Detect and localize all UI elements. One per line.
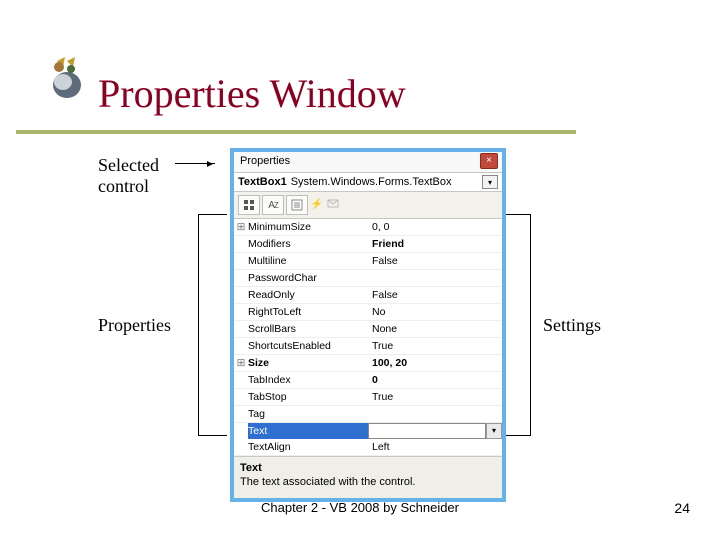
property-name: RightToLeft [248, 304, 368, 320]
property-value[interactable] [368, 423, 486, 439]
expander-icon [234, 270, 248, 286]
property-value[interactable]: Left [368, 439, 502, 455]
callout-selected-control: Selected control [98, 155, 159, 196]
property-value[interactable]: True [368, 338, 502, 354]
events-icon[interactable]: ⚡ [310, 195, 324, 213]
arrow-selected [175, 163, 215, 164]
property-value[interactable]: Friend [368, 236, 502, 252]
expander-icon [234, 321, 248, 337]
bracket-right [502, 214, 531, 436]
property-row[interactable]: ⊞MinimumSize0, 0 [234, 219, 502, 236]
property-row[interactable]: RightToLeftNo [234, 304, 502, 321]
expander-icon [234, 287, 248, 303]
expander-icon [234, 439, 248, 455]
property-row[interactable]: ScrollBarsNone [234, 321, 502, 338]
property-value[interactable]: 0 [368, 372, 502, 388]
chevron-down-icon[interactable]: ▾ [486, 423, 502, 439]
chevron-down-icon[interactable]: ▾ [482, 175, 498, 189]
property-value[interactable]: False [368, 253, 502, 269]
property-row[interactable]: PasswordChar [234, 270, 502, 287]
property-value[interactable] [368, 270, 502, 286]
bracket-left [198, 214, 227, 436]
property-row[interactable]: MultilineFalse [234, 253, 502, 270]
property-name: Modifiers [248, 236, 368, 252]
expander-icon [234, 236, 248, 252]
property-name: PasswordChar [248, 270, 368, 286]
categorized-icon[interactable] [238, 195, 260, 215]
expander-icon[interactable]: ⊞ [234, 355, 248, 371]
properties-window: Properties × TextBox1 System.Windows.For… [230, 148, 506, 502]
property-name: Text [248, 423, 368, 439]
property-value[interactable]: 100, 20 [368, 355, 502, 371]
property-name: Size [248, 355, 368, 371]
properties-toolbar: AZ ⚡ [234, 192, 502, 219]
properties-grid[interactable]: ⊞MinimumSize0, 0ModifiersFriendMultiline… [234, 219, 502, 456]
property-name: TabStop [248, 389, 368, 405]
slide-root: Properties Window Selected control Prope… [0, 0, 720, 540]
expander-icon [234, 253, 248, 269]
messages-icon[interactable] [326, 195, 340, 213]
description-body: The text associated with the control. [240, 475, 496, 489]
expander-icon [234, 304, 248, 320]
expander-icon [234, 372, 248, 388]
property-name: ReadOnly [248, 287, 368, 303]
expander-icon [234, 338, 248, 354]
property-row[interactable]: TextAlignLeft [234, 439, 502, 456]
expander-icon [234, 389, 248, 405]
property-value[interactable] [368, 406, 502, 422]
close-icon[interactable]: × [480, 153, 498, 169]
property-row[interactable]: Text ▾ [234, 423, 502, 439]
property-row[interactable]: TabIndex0 [234, 372, 502, 389]
footer-text: Chapter 2 - VB 2008 by Schneider [0, 500, 720, 515]
slide-title: Properties Window [98, 70, 406, 117]
property-value[interactable]: No [368, 304, 502, 320]
property-name: TextAlign [248, 439, 368, 455]
description-title: Text [240, 461, 496, 475]
expander-icon [234, 406, 248, 422]
property-row[interactable]: ⊞Size100, 20 [234, 355, 502, 372]
expander-icon [234, 423, 248, 439]
property-row[interactable]: Tag [234, 406, 502, 423]
property-row[interactable]: ShortcutsEnabledTrue [234, 338, 502, 355]
properties-window-titlebar: Properties × [234, 152, 502, 172]
object-selector[interactable]: TextBox1 System.Windows.Forms.TextBox ▾ [234, 172, 502, 192]
callout-properties: Properties [98, 315, 171, 336]
property-name: MinimumSize [248, 219, 368, 235]
property-name: TabIndex [248, 372, 368, 388]
property-row[interactable]: ReadOnlyFalse [234, 287, 502, 304]
object-name: TextBox1 [238, 176, 287, 188]
property-value[interactable]: True [368, 389, 502, 405]
property-description: Text The text associated with the contro… [234, 456, 502, 498]
property-row[interactable]: TabStopTrue [234, 389, 502, 406]
property-row[interactable]: ModifiersFriend [234, 236, 502, 253]
property-value[interactable]: None [368, 321, 502, 337]
property-name: Multiline [248, 253, 368, 269]
callout-settings: Settings [543, 315, 601, 336]
properties-page-icon[interactable] [286, 195, 308, 215]
properties-window-caption: Properties [240, 155, 290, 167]
property-name: ShortcutsEnabled [248, 338, 368, 354]
object-type: System.Windows.Forms.TextBox [291, 176, 452, 188]
alphabetical-icon[interactable]: AZ [262, 195, 284, 215]
page-number: 24 [674, 500, 690, 516]
expander-icon[interactable]: ⊞ [234, 219, 248, 235]
property-value[interactable]: False [368, 287, 502, 303]
title-rule [16, 130, 576, 134]
property-name: ScrollBars [248, 321, 368, 337]
logo-icon [45, 55, 85, 100]
property-name: Tag [248, 406, 368, 422]
property-value[interactable]: 0, 0 [368, 219, 502, 235]
